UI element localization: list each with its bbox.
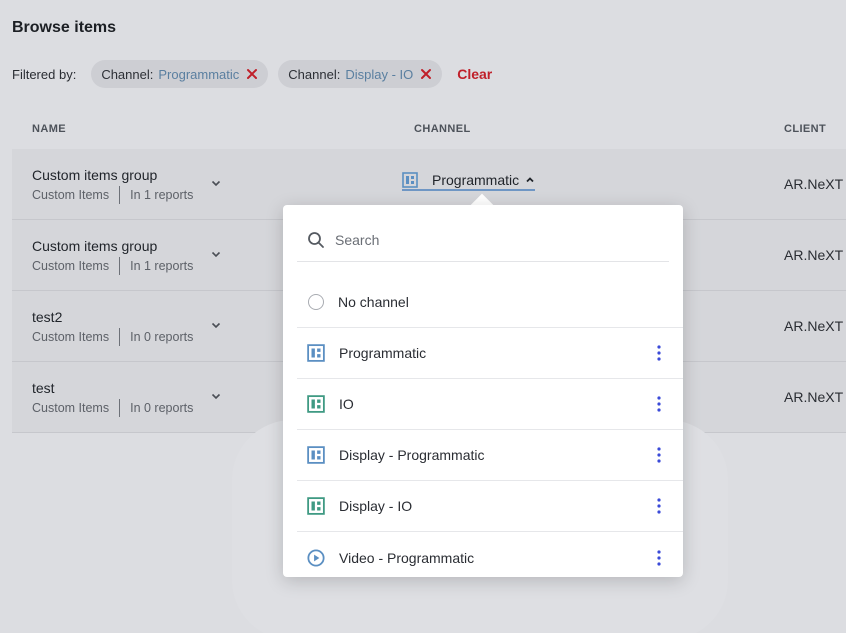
search-icon bbox=[308, 232, 324, 248]
row-type: Custom Items bbox=[32, 259, 110, 273]
row-meta: Custom Items In 1 reports bbox=[32, 186, 193, 204]
row-meta: Custom Items In 1 reports bbox=[32, 257, 193, 275]
row-client: AR.NeXT bbox=[784, 176, 844, 192]
option-label: Video - Programmatic bbox=[339, 549, 475, 566]
option-video-programmatic[interactable]: Video - Programmatic bbox=[297, 532, 683, 583]
chip-key: Channel: bbox=[288, 66, 341, 82]
option-display-programmatic[interactable]: Display - Programmatic bbox=[297, 430, 683, 481]
chevron-down-icon[interactable] bbox=[210, 177, 222, 189]
more-vertical-icon[interactable] bbox=[652, 344, 666, 362]
row-reports: In 1 reports bbox=[130, 259, 194, 273]
channel-select-trigger[interactable]: Programmatic bbox=[402, 171, 536, 191]
chip-key: Channel: bbox=[101, 66, 154, 82]
more-vertical-icon[interactable] bbox=[652, 497, 666, 515]
chip-value: Programmatic bbox=[158, 66, 240, 82]
filter-label: Filtered by: bbox=[12, 66, 77, 82]
close-icon[interactable] bbox=[420, 68, 432, 80]
filter-chip-display-io[interactable]: Channel: Display - IO bbox=[278, 60, 443, 88]
row-type: Custom Items bbox=[32, 401, 110, 415]
row-client: AR.NeXT bbox=[784, 247, 844, 263]
channel-selected-label: Programmatic bbox=[432, 171, 520, 188]
layout-grid-icon bbox=[307, 446, 325, 464]
divider bbox=[119, 257, 121, 275]
row-client: AR.NeXT bbox=[784, 318, 844, 334]
chevron-down-icon[interactable] bbox=[210, 319, 222, 331]
layout-grid-icon bbox=[307, 497, 325, 515]
clear-filters-link[interactable]: Clear bbox=[457, 66, 492, 82]
more-vertical-icon[interactable] bbox=[652, 395, 666, 413]
column-header-channel[interactable]: CHANNEL bbox=[414, 123, 471, 135]
column-header-client[interactable]: CLIENT bbox=[784, 123, 826, 135]
filter-chip-programmatic[interactable]: Channel: Programmatic bbox=[91, 60, 269, 88]
row-meta: Custom Items In 0 reports bbox=[32, 399, 193, 417]
option-label: Programmatic bbox=[339, 345, 427, 361]
option-display-io[interactable]: Display - IO bbox=[297, 481, 683, 532]
row-reports: In 0 reports bbox=[130, 401, 194, 415]
row-reports: In 1 reports bbox=[130, 188, 194, 202]
row-reports: In 0 reports bbox=[130, 330, 194, 344]
radio-button[interactable] bbox=[308, 294, 324, 310]
page-title: Browse items bbox=[12, 19, 117, 36]
filter-bar: Filtered by: Channel: Programmatic Chann… bbox=[12, 60, 492, 88]
row-name[interactable]: Custom items group bbox=[32, 238, 157, 254]
divider bbox=[119, 186, 121, 204]
row-client: AR.NeXT bbox=[784, 389, 844, 405]
chevron-down-icon[interactable] bbox=[210, 248, 222, 260]
row-type: Custom Items bbox=[32, 330, 110, 344]
channel-dropdown: No channel Programmatic IO Display - Pro… bbox=[283, 205, 683, 577]
option-label: Display - IO bbox=[339, 498, 413, 514]
row-type: Custom Items bbox=[32, 188, 110, 202]
more-vertical-icon[interactable] bbox=[652, 549, 666, 567]
divider bbox=[119, 399, 121, 417]
search-row bbox=[297, 219, 669, 262]
layout-grid-icon bbox=[307, 395, 325, 413]
row-name[interactable]: test2 bbox=[32, 309, 62, 325]
option-label: IO bbox=[339, 396, 354, 412]
play-circle-icon bbox=[307, 548, 325, 567]
column-header-name[interactable]: NAME bbox=[32, 123, 66, 135]
search-input[interactable] bbox=[335, 232, 655, 248]
layout-grid-icon bbox=[402, 171, 418, 188]
option-io[interactable]: IO bbox=[297, 379, 683, 430]
row-meta: Custom Items In 0 reports bbox=[32, 328, 193, 346]
option-no-channel[interactable]: No channel bbox=[297, 277, 683, 328]
layout-grid-icon bbox=[307, 344, 325, 362]
option-programmatic[interactable]: Programmatic bbox=[297, 328, 683, 379]
chip-value: Display - IO bbox=[345, 66, 414, 82]
close-icon[interactable] bbox=[246, 68, 258, 80]
chevron-down-icon[interactable] bbox=[210, 390, 222, 402]
option-label: Display - Programmatic bbox=[339, 447, 485, 463]
divider bbox=[119, 328, 121, 346]
more-vertical-icon[interactable] bbox=[652, 446, 666, 464]
row-name[interactable]: test bbox=[32, 380, 55, 396]
row-name[interactable]: Custom items group bbox=[32, 167, 157, 183]
chevron-up-icon bbox=[526, 176, 534, 182]
option-label: No channel bbox=[338, 294, 409, 310]
